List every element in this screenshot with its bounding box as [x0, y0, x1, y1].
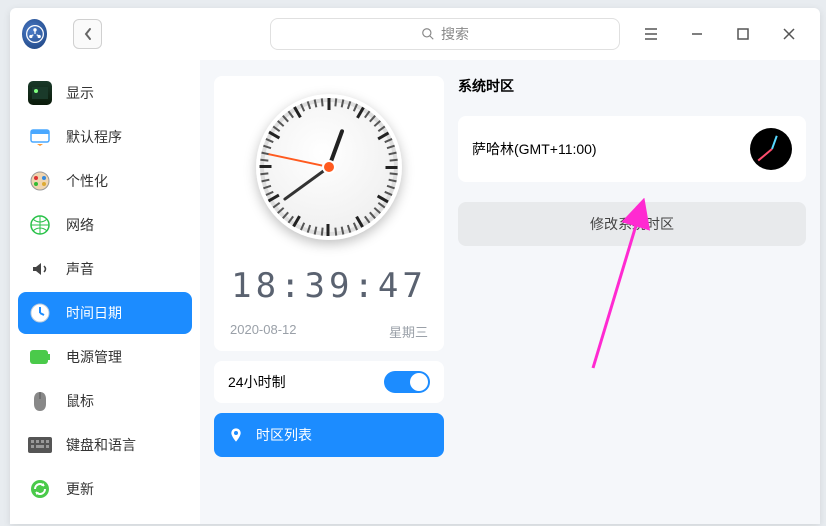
hour24-switch[interactable] — [384, 371, 430, 393]
maximize-button[interactable] — [720, 14, 766, 54]
search-input[interactable]: 搜索 — [270, 18, 620, 50]
timezone-list-label: 时区列表 — [256, 425, 312, 445]
minimize-button[interactable] — [674, 14, 720, 54]
sidebar-item-keyboard[interactable]: 键盘和语言 — [18, 424, 192, 466]
personalization-icon — [28, 169, 52, 193]
sidebar-item-label: 电源管理 — [66, 347, 122, 367]
minute-hand — [283, 166, 330, 201]
second-hand — [268, 153, 329, 168]
hour24-toggle-row[interactable]: 24小时制 — [214, 361, 444, 403]
close-button[interactable] — [766, 14, 812, 54]
clock-pivot — [324, 162, 334, 172]
body: 显示 默认程序 个性化 网络 声音 时间日期 — [10, 60, 820, 524]
app-logo-icon — [22, 19, 47, 49]
display-icon — [28, 81, 52, 105]
sidebar-item-display[interactable]: 显示 — [18, 72, 192, 114]
default-apps-icon — [28, 125, 52, 149]
system-timezone-title: 系统时区 — [458, 76, 806, 96]
sidebar-item-label: 时间日期 — [66, 303, 122, 323]
sidebar-item-label: 键盘和语言 — [66, 435, 136, 455]
power-icon — [28, 345, 52, 369]
clock-card: 18:39:47 2020-08-12 星期三 — [214, 76, 444, 351]
settings-window: 搜索 显示 默认程序 个性化 网络 — [10, 8, 820, 524]
current-timezone-row: 萨哈林(GMT+11:00) — [458, 116, 806, 182]
sidebar-item-label: 默认程序 — [66, 127, 122, 147]
sidebar-item-mouse[interactable]: 鼠标 — [18, 380, 192, 422]
hour24-label: 24小时制 — [228, 372, 286, 392]
sidebar-item-label: 鼠标 — [66, 391, 94, 411]
titlebar: 搜索 — [10, 8, 820, 60]
date-value: 2020-08-12 — [230, 322, 297, 341]
sidebar-item-default-apps[interactable]: 默认程序 — [18, 116, 192, 158]
sidebar-item-power[interactable]: 电源管理 — [18, 336, 192, 378]
sidebar-item-network[interactable]: 网络 — [18, 204, 192, 246]
keyboard-icon — [28, 433, 52, 457]
network-icon — [28, 213, 52, 237]
sidebar-item-label: 个性化 — [66, 171, 108, 191]
mouse-icon — [28, 389, 52, 413]
sidebar-item-personalization[interactable]: 个性化 — [18, 160, 192, 202]
clock-icon — [28, 301, 52, 325]
search-placeholder: 搜索 — [441, 24, 469, 44]
date-row: 2020-08-12 星期三 — [226, 322, 432, 341]
sidebar: 显示 默认程序 个性化 网络 声音 时间日期 — [10, 60, 200, 524]
sidebar-item-update[interactable]: 更新 — [18, 468, 192, 510]
timezone-list-button[interactable]: 时区列表 — [214, 413, 444, 457]
sidebar-item-label: 声音 — [66, 259, 94, 279]
sidebar-item-label: 更新 — [66, 479, 94, 499]
sidebar-item-sound[interactable]: 声音 — [18, 248, 192, 290]
sound-icon — [28, 257, 52, 281]
sidebar-item-datetime[interactable]: 时间日期 — [18, 292, 192, 334]
update-icon — [28, 477, 52, 501]
location-icon — [228, 427, 244, 443]
window-controls — [628, 14, 812, 54]
current-timezone-value: 萨哈林(GMT+11:00) — [472, 139, 597, 159]
digital-time: 18:39:47 — [231, 266, 427, 306]
change-timezone-button[interactable]: 修改系统时区 — [458, 202, 806, 246]
sidebar-item-label: 网络 — [66, 215, 94, 235]
sidebar-item-label: 显示 — [66, 83, 94, 103]
back-button[interactable] — [73, 19, 102, 49]
menu-button[interactable] — [628, 14, 674, 54]
timezone-mini-clock-icon — [750, 128, 792, 170]
main-content: 18:39:47 2020-08-12 星期三 24小时制 时区列表 系统时区 — [200, 60, 820, 524]
search-icon — [421, 27, 435, 41]
analog-clock — [256, 94, 402, 240]
weekday-value: 星期三 — [389, 322, 428, 341]
